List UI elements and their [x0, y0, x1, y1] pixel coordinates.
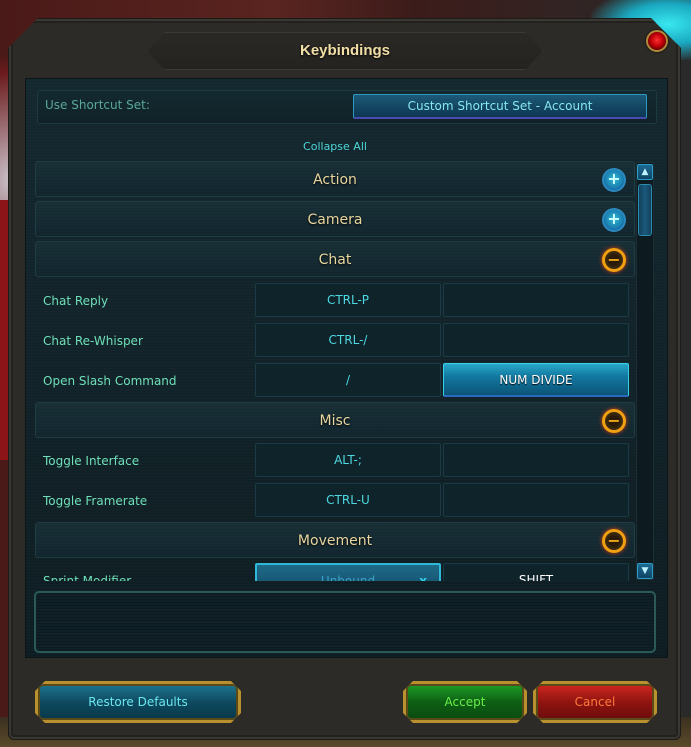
category-camera[interactable]: Camera +: [35, 201, 635, 237]
primary-binding[interactable]: CTRL-P: [255, 283, 441, 317]
primary-binding[interactable]: CTRL-U: [255, 483, 441, 517]
secondary-binding[interactable]: [443, 483, 629, 517]
action-label: Toggle Framerate: [43, 494, 148, 508]
restore-defaults-button[interactable]: Restore Defaults: [35, 681, 241, 723]
scrollbar-thumb[interactable]: [638, 184, 652, 236]
shortcut-set-dropdown[interactable]: Custom Shortcut Set - Account: [353, 94, 647, 119]
category-action[interactable]: Action +: [35, 161, 635, 197]
primary-binding[interactable]: CTRL-/: [255, 323, 441, 357]
category-label: Action: [313, 172, 357, 188]
action-label: Toggle Interface: [43, 454, 140, 468]
category-label: Movement: [297, 533, 373, 549]
cancel-button[interactable]: Cancel: [533, 681, 657, 723]
close-icon[interactable]: [646, 30, 668, 52]
binding-row: Open Slash Command / NUM DIVIDE: [35, 361, 635, 401]
binding-value: Unbound: [320, 574, 376, 581]
secondary-binding-selected[interactable]: NUM DIVIDE: [443, 363, 629, 397]
binding-row: Sprint Modifier Unbound x SHIFT: [35, 561, 635, 581]
accept-button[interactable]: Accept: [403, 681, 527, 723]
minus-icon[interactable]: −: [602, 529, 626, 553]
window-title: Keybindings: [299, 42, 390, 59]
secondary-binding[interactable]: [443, 323, 629, 357]
action-label: Sprint Modifier: [43, 574, 132, 581]
binding-row: Toggle Interface ALT-;: [35, 441, 635, 481]
scroll-down-icon[interactable]: ▼: [637, 563, 653, 579]
secondary-binding[interactable]: SHIFT: [443, 563, 629, 581]
description-box: [34, 591, 656, 653]
action-label: Chat Reply: [43, 294, 109, 308]
minus-icon[interactable]: −: [602, 409, 626, 433]
action-label: Open Slash Command: [43, 374, 177, 388]
collapse-all-button[interactable]: Collapse All: [35, 136, 635, 158]
secondary-binding[interactable]: [443, 443, 629, 477]
primary-binding[interactable]: ALT-;: [255, 443, 441, 477]
minus-icon[interactable]: −: [602, 248, 626, 272]
keybinding-list: Action + Camera + Chat − Chat Reply CTRL…: [35, 161, 635, 581]
scroll-up-icon[interactable]: ▲: [637, 164, 653, 180]
category-label: Misc: [319, 413, 351, 429]
category-chat[interactable]: Chat −: [35, 241, 635, 277]
primary-binding-editing[interactable]: Unbound x: [255, 563, 441, 581]
binding-row: Chat Re-Whisper CTRL-/: [35, 321, 635, 361]
plus-icon[interactable]: +: [602, 168, 626, 192]
category-movement[interactable]: Movement −: [35, 522, 635, 558]
binding-row: Toggle Framerate CTRL-U: [35, 481, 635, 521]
plus-icon[interactable]: +: [602, 208, 626, 232]
primary-binding[interactable]: /: [255, 363, 441, 397]
shortcut-set-label: Use Shortcut Set:: [45, 98, 150, 112]
category-label: Camera: [307, 212, 363, 228]
clear-binding-icon[interactable]: x: [419, 565, 427, 581]
category-misc[interactable]: Misc −: [35, 402, 635, 438]
binding-row: Chat Reply CTRL-P: [35, 281, 635, 321]
secondary-binding[interactable]: [443, 283, 629, 317]
category-label: Chat: [318, 252, 352, 268]
action-label: Chat Re-Whisper: [43, 334, 143, 348]
